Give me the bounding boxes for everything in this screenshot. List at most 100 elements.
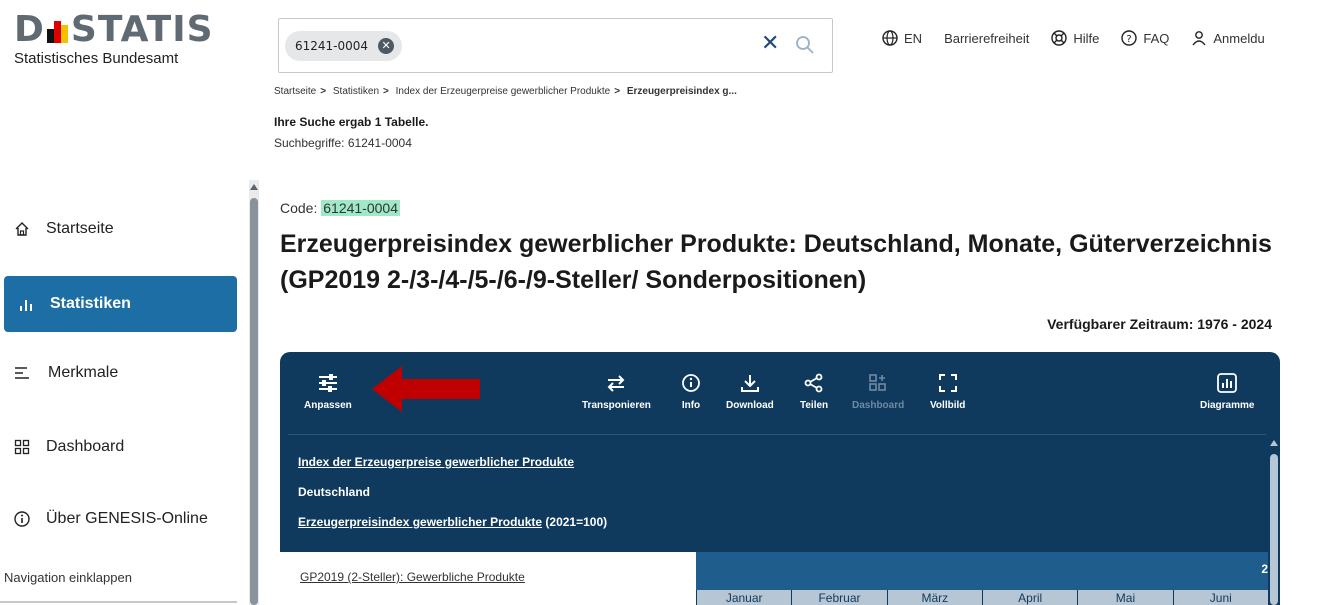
chevron-right-icon: >: [383, 86, 389, 97]
search-box[interactable]: 61241-0004 ✕ ✕: [278, 18, 833, 73]
month-header: März: [886, 590, 982, 605]
available-period: Verfügbarer Zeitraum: 1976 - 2024: [1047, 316, 1272, 332]
user-icon: [1192, 31, 1206, 46]
transponieren-button[interactable]: Transponieren: [582, 372, 651, 411]
sidebar: Startseite Statistiken Merkmale Dashboar…: [0, 176, 250, 605]
code-value: 61241-0004: [321, 200, 400, 216]
search-terms: Suchbegriffe: 61241-0004: [274, 136, 412, 150]
login-link[interactable]: Anmeldu: [1191, 30, 1265, 46]
scroll-up-icon[interactable]: [1270, 440, 1278, 446]
month-header: Juni: [1172, 590, 1268, 605]
list-icon: [15, 367, 29, 379]
sidebar-item-label: Merkmale: [48, 364, 119, 381]
collapse-navigation-button[interactable]: Navigation einklappen: [4, 570, 132, 585]
table-header-title-link[interactable]: Index der Erzeugerpreise gewerblicher Pr…: [298, 455, 574, 469]
month-header: Januar: [696, 590, 791, 605]
month-label: Mai: [1115, 591, 1136, 605]
sidebar-item-label: Statistiken: [50, 295, 131, 312]
month-label: März: [921, 591, 949, 605]
language-label: EN: [904, 30, 923, 46]
faq-label: FAQ: [1143, 30, 1170, 46]
year-header: 2: [696, 552, 1268, 590]
svg-text:?: ?: [1127, 34, 1132, 45]
diagramme-button[interactable]: Diagramme: [1200, 372, 1254, 411]
table-scrollbar[interactable]: [1268, 434, 1280, 605]
bar-chart-icon: [20, 300, 32, 311]
destatis-logo[interactable]: D STATIS Statistisches Bundesamt: [14, 10, 214, 68]
globe-icon: [882, 30, 898, 46]
info-label: Info: [681, 400, 701, 411]
anpassen-label: Anpassen: [304, 400, 352, 411]
table-scrollbar-thumb[interactable]: [1270, 454, 1278, 605]
table-header-variable-suffix: (2021=100): [542, 515, 608, 529]
share-icon: [804, 373, 823, 393]
sidebar-item-label: Dashboard: [46, 438, 125, 455]
sidebar-divider: [0, 601, 237, 603]
scrollbar-thumb[interactable]: [250, 198, 258, 605]
chip-remove-icon[interactable]: ✕: [378, 38, 395, 54]
breadcrumb: Startseite > Statistiken > Index der Erzeu…: [274, 86, 737, 97]
language-switch[interactable]: EN: [882, 30, 922, 46]
sidebar-item-label: Über GENESIS-Online: [46, 510, 208, 527]
annotation-arrow-icon: [372, 366, 480, 412]
month-header-row: Januar Februar März April Mai Juni: [696, 590, 1268, 605]
download-icon: [740, 375, 759, 392]
login-label: Anmeldu: [1213, 30, 1265, 46]
month-header: Februar: [791, 590, 886, 605]
breadcrumb-statistics[interactable]: Statistiken: [333, 86, 379, 97]
table-header-variable: Erzeugerpreisindex gewerblicher Produkte…: [298, 515, 607, 529]
logo-subtitle: Statistisches Bundesamt: [14, 50, 179, 67]
month-label: Februar: [818, 591, 861, 605]
info-icon: [14, 511, 30, 527]
breadcrumb-current: Erzeugerpreisindex g...: [626, 86, 737, 97]
fullscreen-icon: [938, 374, 957, 392]
breadcrumb-price-index[interactable]: Index der Erzeugerpreise gewerblicher Pr…: [396, 86, 611, 97]
lifebuoy-icon: [1051, 30, 1068, 46]
sidebar-item-merkmale[interactable]: Merkmale: [14, 364, 118, 382]
month-label: April: [1018, 591, 1043, 605]
chevron-right-icon: >: [614, 86, 621, 97]
chevron-right-icon: >: [320, 86, 327, 97]
info-button[interactable]: Info: [680, 372, 702, 411]
year-header-label: 2: [1261, 562, 1268, 576]
download-label: Download: [726, 400, 774, 411]
help-link[interactable]: Hilfe: [1051, 30, 1099, 46]
home-icon: [15, 222, 29, 236]
sidebar-item-statistiken[interactable]: Statistiken: [4, 276, 237, 332]
sliders-icon: [318, 374, 337, 392]
top-navigation: EN Barrierefreiheit Hilfe ? FAQ Anmeldu: [882, 30, 1287, 46]
dashboard-icon: [14, 439, 30, 455]
dashboard-add-icon: [869, 374, 886, 391]
teilen-label: Teilen: [800, 400, 829, 411]
sidebar-item-startseite[interactable]: Startseite: [14, 220, 114, 238]
sidebar-scrollbar[interactable]: [249, 180, 259, 605]
download-button[interactable]: Download: [726, 372, 774, 411]
teilen-button[interactable]: Teilen: [800, 372, 828, 411]
scroll-up-icon[interactable]: [250, 184, 258, 190]
sidebar-item-label: Startseite: [46, 220, 114, 237]
row-header-link[interactable]: GP2019 (2-Steller): Gewerbliche Produkte: [300, 570, 525, 584]
logo-wordmark: D STATIS: [14, 10, 214, 50]
code-label: Code:: [280, 200, 322, 216]
faq-link[interactable]: ? FAQ: [1121, 30, 1169, 46]
accessibility-label: Barrierefreiheit: [944, 30, 1030, 46]
sidebar-item-about[interactable]: Über GENESIS-Online: [14, 510, 208, 528]
vollbild-button[interactable]: Vollbild: [930, 372, 965, 411]
row-header-cell: GP2019 (2-Steller): Gewerbliche Produkte: [280, 552, 696, 605]
table-header-variable-link[interactable]: Erzeugerpreisindex gewerblicher Produkte: [298, 515, 542, 529]
search-icon[interactable]: [795, 35, 815, 55]
table-header: Index der Erzeugerpreise gewerblicher Pr…: [288, 434, 1266, 552]
table-code: Code: 61241-0004: [280, 200, 400, 216]
sidebar-item-dashboard[interactable]: Dashboard: [14, 438, 124, 456]
anpassen-button[interactable]: Anpassen: [304, 372, 352, 411]
dashboard-label: Dashboard: [852, 400, 905, 411]
search-chip-label: 61241-0004: [295, 39, 369, 53]
transponieren-label: Transponieren: [582, 400, 651, 411]
clear-search-icon[interactable]: ✕: [761, 31, 779, 56]
search-chip[interactable]: 61241-0004 ✕: [285, 31, 403, 61]
breadcrumb-home[interactable]: Startseite: [274, 86, 316, 97]
accessibility-link[interactable]: Barrierefreiheit: [944, 31, 1029, 46]
logo-letters-statis: STATIS: [70, 9, 214, 50]
vollbild-label: Vollbild: [930, 400, 966, 411]
help-label: Hilfe: [1073, 30, 1100, 46]
